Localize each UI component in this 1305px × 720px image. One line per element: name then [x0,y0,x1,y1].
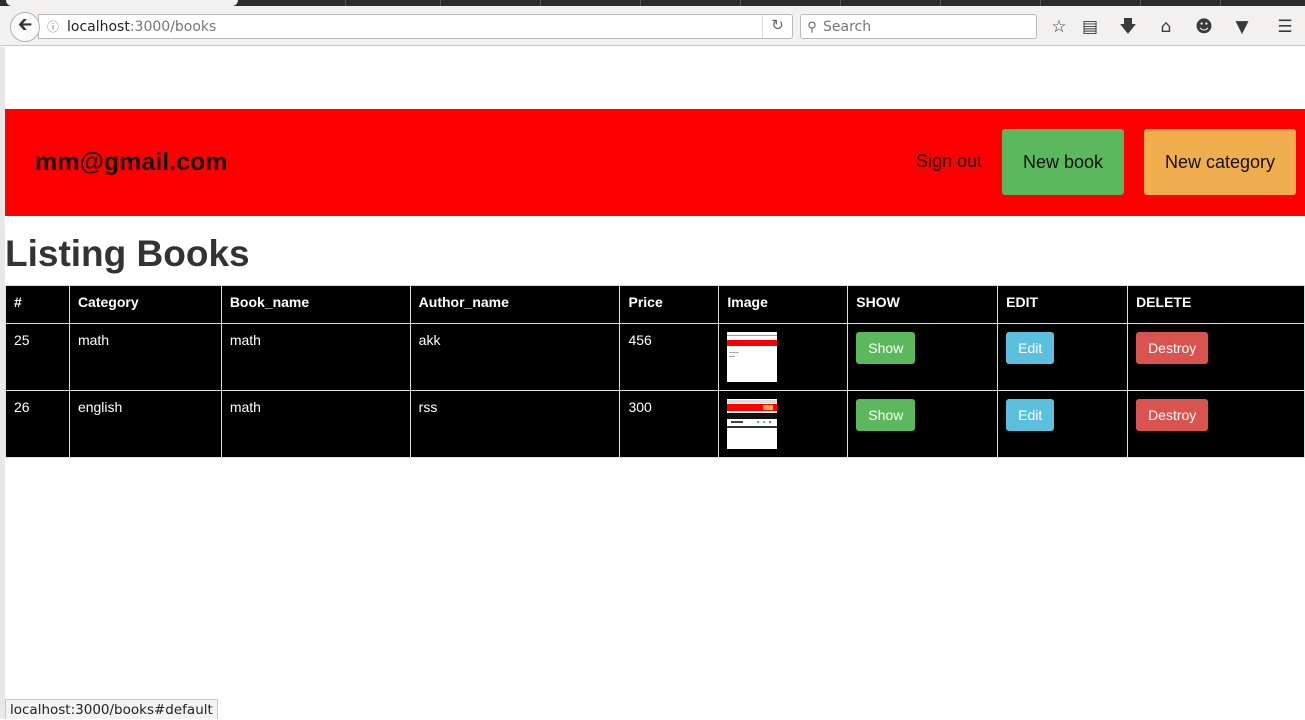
cell-delete: Destroy [1127,390,1305,458]
home-icon[interactable]: ⌂ [1155,16,1177,38]
cell-category: math [68,323,222,391]
url-text[interactable]: localhost:3000/books [67,19,762,35]
url-path: :3000/books [129,18,217,35]
cell-image [718,390,849,458]
table-header-row: # Category Book_name Author_name Price I… [5,285,1305,324]
pocket-icon[interactable]: ▼ [1231,16,1253,38]
column-header-show: SHOW [847,285,999,324]
column-header-delete: DELETE [1127,285,1305,324]
cell-author-name: rss [409,390,621,458]
menu-icon[interactable]: ☰ [1274,16,1296,38]
table-row: 25 math math akk 456 Show Edit Destroy [5,323,1305,391]
cell-id: 25 [5,323,70,391]
info-icon[interactable]: ⓘ [39,18,67,35]
table-row: 26 english math rss 300 Show Edit Destro… [5,390,1305,458]
book-image-thumbnail [727,332,778,382]
address-bar[interactable]: ⓘ localhost:3000/books ↻ [38,14,793,39]
edit-button[interactable]: Edit [1006,399,1055,431]
destroy-button[interactable]: Destroy [1136,332,1209,364]
search-icon: ⚲ [807,18,817,34]
cell-show: Show [847,323,999,391]
browser-toolbar: ⓘ localhost:3000/books ↻ 🡰 ⚲ ☆ ▤ 🡇 ⌂ ☻ ▼… [0,6,1305,46]
books-table: # Category Book_name Author_name Price I… [5,285,1305,458]
column-header-book-name: Book_name [220,285,411,324]
new-category-button[interactable]: New category [1144,129,1296,195]
column-header-image: Image [718,285,849,324]
site-header: mm@gmail.com Sign out New book New categ… [5,109,1305,216]
column-header-edit: EDIT [997,285,1129,324]
reading-list-icon[interactable]: ▤ [1079,16,1101,38]
cell-author-name: akk [409,323,621,391]
cell-delete: Destroy [1127,323,1305,391]
back-icon[interactable]: 🡰 [10,12,40,42]
page-title: Listing Books [5,233,250,274]
cell-edit: Edit [997,323,1129,391]
new-book-button[interactable]: New book [1002,129,1124,195]
sign-out-link[interactable]: Sign out [916,151,982,172]
cell-id: 26 [5,390,70,458]
cell-show: Show [847,390,999,458]
column-header-category: Category [68,285,222,324]
destroy-button[interactable]: Destroy [1136,399,1209,431]
page-content: mm@gmail.com Sign out New book New categ… [5,47,1305,719]
cell-category: english [68,390,222,458]
cell-book-name: math [220,323,411,391]
chat-icon[interactable]: ☻ [1193,16,1215,38]
edit-button[interactable]: Edit [1006,332,1055,364]
cell-edit: Edit [997,390,1129,458]
cell-image [718,323,849,391]
show-button[interactable]: Show [856,332,916,364]
user-email: mm@gmail.com [35,148,228,176]
column-header-author-name: Author_name [409,285,621,324]
download-icon[interactable]: 🡇 [1117,16,1139,38]
column-header-price: Price [619,285,720,324]
cell-book-name: math [220,390,411,458]
url-host: localhost [67,18,130,35]
search-input[interactable] [823,18,1023,35]
column-header-id: # [5,285,70,324]
status-bar: localhost:3000/books#default [5,699,218,719]
show-button[interactable]: Show [856,399,916,431]
cell-price: 300 [619,390,720,458]
star-icon[interactable]: ☆ [1048,16,1070,38]
reload-icon[interactable]: ↻ [762,15,792,38]
cell-price: 456 [619,323,720,391]
search-bar[interactable]: ⚲ [800,14,1037,39]
book-image-thumbnail [727,399,778,449]
